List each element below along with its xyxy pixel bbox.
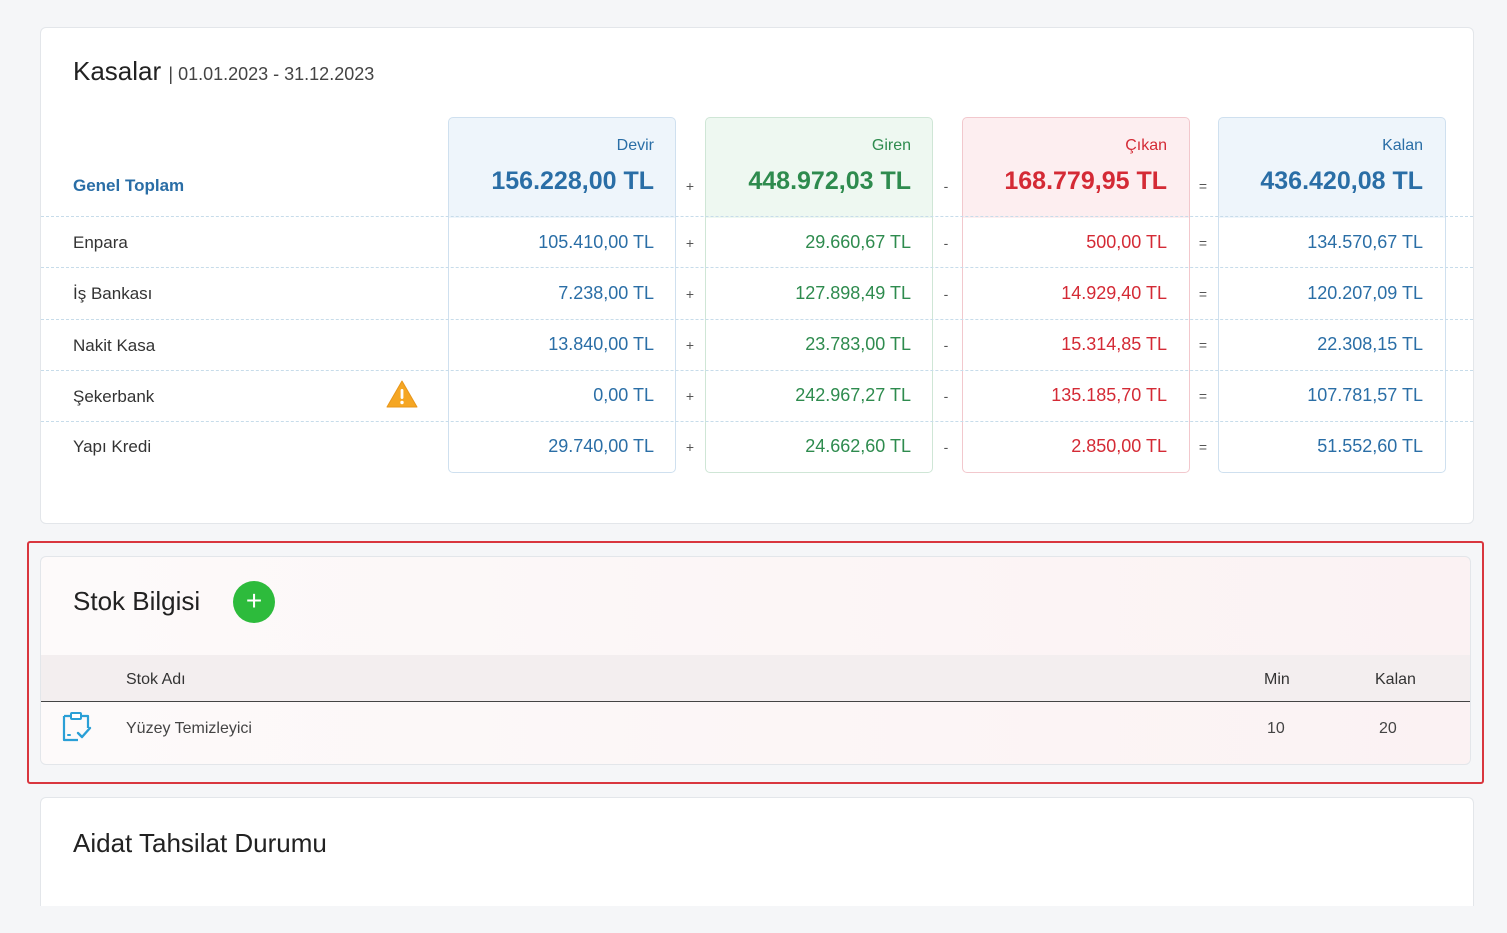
kasa-cikan-value: 135.185,70 TL bbox=[1051, 385, 1167, 405]
kasa-cikan-value: 2.850,00 TL bbox=[1071, 436, 1167, 456]
kasa-giren-value: 23.783,00 TL bbox=[805, 334, 911, 354]
minus-operator: - bbox=[943, 388, 949, 404]
row-divider bbox=[41, 267, 1473, 268]
minus-operator: - bbox=[943, 439, 949, 455]
kasa-giren-value: 29.660,67 TL bbox=[805, 232, 911, 252]
kasalar-card: Kasalar | 01.01.2023 - 31.12.2023 Devir … bbox=[40, 27, 1474, 524]
minus-operator: - bbox=[943, 235, 949, 251]
add-stock-button[interactable]: + bbox=[233, 581, 275, 623]
kasa-devir-value: 29.740,00 TL bbox=[548, 436, 654, 456]
clipboard-check-icon[interactable] bbox=[60, 711, 92, 743]
page-bottom-edge bbox=[0, 906, 1507, 933]
kasa-row-name[interactable]: Enpara bbox=[73, 233, 128, 253]
row-divider bbox=[41, 319, 1473, 320]
kasa-giren-value: 242.967,27 TL bbox=[795, 385, 911, 405]
kasa-row-name[interactable]: Yapı Kredi bbox=[73, 437, 151, 457]
aidat-title: Aidat Tahsilat Durumu bbox=[73, 828, 327, 858]
kasa-row-name[interactable]: Şekerbank bbox=[73, 387, 154, 407]
genel-toplam-cikan: 168.779,95 TL bbox=[1004, 167, 1167, 195]
stok-name-header[interactable]: Stok Adı bbox=[126, 671, 186, 689]
stok-item-min: 10 bbox=[1267, 720, 1285, 737]
stok-card: Stok Bilgisi + Stok Adı Min Kalan Yüzey … bbox=[40, 556, 1471, 765]
kasa-row-name[interactable]: İş Bankası bbox=[73, 284, 152, 304]
equals-operator: = bbox=[1198, 337, 1208, 353]
kasa-cikan-value: 14.929,40 TL bbox=[1061, 283, 1167, 303]
minus-operator: - bbox=[943, 337, 949, 353]
kasa-devir-value: 105.410,00 TL bbox=[538, 232, 654, 252]
equals-operator: = bbox=[1198, 439, 1208, 455]
plus-operator: + bbox=[685, 439, 695, 455]
kasa-giren-value: 127.898,49 TL bbox=[795, 283, 911, 303]
kasa-giren-value: 24.662,60 TL bbox=[805, 436, 911, 456]
kasa-kalan-value: 134.570,67 TL bbox=[1307, 232, 1423, 252]
equals-operator: = bbox=[1198, 388, 1208, 404]
stok-title: Stok Bilgisi bbox=[73, 586, 201, 616]
kasa-cikan-value: 500,00 TL bbox=[1086, 232, 1167, 252]
kasa-kalan-value: 22.308,15 TL bbox=[1317, 334, 1423, 354]
minus-operator: - bbox=[943, 286, 949, 302]
kasa-devir-value: 13.840,00 TL bbox=[548, 334, 654, 354]
equals-operator: = bbox=[1198, 235, 1208, 251]
kasa-kalan-value: 107.781,57 TL bbox=[1307, 385, 1423, 405]
kasalar-date-range: | 01.01.2023 - 31.12.2023 bbox=[168, 64, 375, 84]
stok-item-name[interactable]: Yüzey Temizleyici bbox=[126, 720, 252, 738]
equals-operator: = bbox=[1198, 286, 1208, 302]
kasa-cikan-value: 15.314,85 TL bbox=[1061, 334, 1167, 354]
kasa-row-name[interactable]: Nakit Kasa bbox=[73, 336, 155, 356]
genel-toplam-kalan: 436.420,08 TL bbox=[1260, 167, 1423, 195]
kasa-devir-value: 0,00 TL bbox=[593, 385, 654, 405]
row-divider bbox=[41, 421, 1473, 422]
row-divider bbox=[41, 370, 1473, 371]
plus-operator: + bbox=[685, 286, 695, 302]
kasa-kalan-value: 51.552,60 TL bbox=[1317, 436, 1423, 456]
kasa-devir-value: 7.238,00 TL bbox=[558, 283, 654, 303]
kasalar-title: Kasalar bbox=[73, 56, 162, 86]
plus-operator: + bbox=[685, 388, 695, 404]
warning-triangle-icon[interactable] bbox=[386, 380, 418, 408]
row-divider bbox=[41, 216, 1473, 217]
stok-item-kalan: 20 bbox=[1379, 720, 1397, 737]
devir-header: Devir bbox=[616, 137, 654, 154]
plus-operator: + bbox=[685, 337, 695, 353]
giren-header: Giren bbox=[871, 137, 911, 154]
stok-table-header: Stok Adı Min Kalan bbox=[41, 655, 1470, 702]
kalan-header: Kalan bbox=[1382, 137, 1423, 154]
kasalar-title-row: Kasalar | 01.01.2023 - 31.12.2023 bbox=[73, 56, 374, 87]
genel-toplam-giren: 448.972,03 TL bbox=[748, 167, 911, 195]
kasa-kalan-value: 120.207,09 TL bbox=[1307, 283, 1423, 303]
genel-toplam-devir: 156.228,00 TL bbox=[491, 167, 654, 195]
aidat-card: Aidat Tahsilat Durumu bbox=[40, 797, 1474, 917]
stok-min-header[interactable]: Min bbox=[1264, 671, 1290, 689]
plus-operator: + bbox=[685, 235, 695, 251]
genel-toplam-label: Genel Toplam bbox=[73, 176, 185, 195]
cikan-header: Çıkan bbox=[1125, 137, 1167, 154]
stok-kalan-header[interactable]: Kalan bbox=[1375, 671, 1416, 689]
